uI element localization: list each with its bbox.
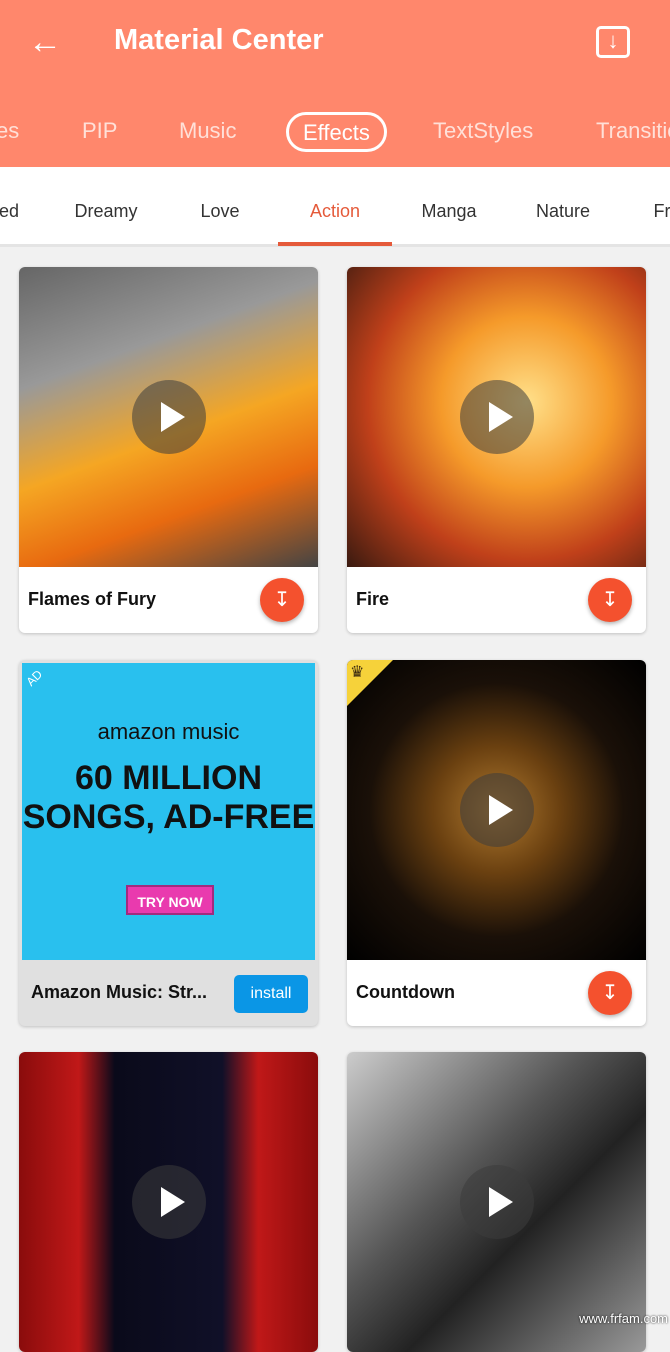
tab-effects[interactable]: Effects: [286, 112, 387, 152]
tab-music[interactable]: Music: [179, 110, 236, 152]
tab-transitions[interactable]: Transitio: [596, 110, 670, 152]
watermark: www.frfam.com: [579, 1311, 668, 1326]
effect-name: Countdown: [356, 982, 455, 1002]
effect-thumbnail[interactable]: [19, 267, 318, 567]
subtab-dreamy[interactable]: Dreamy: [49, 167, 163, 247]
subtab-nature[interactable]: Nature: [506, 167, 620, 247]
effect-card[interactable]: [19, 1052, 318, 1352]
ad-brand: amazon music: [97, 719, 240, 744]
play-icon[interactable]: [132, 1165, 206, 1239]
subcategory-tabs: ured Dreamy Love Action Manga Nature Fra: [0, 167, 670, 247]
app-header: ← Material Center ↓ es PIP Music Effects…: [0, 0, 670, 167]
subtab-frame[interactable]: Fra: [610, 167, 670, 247]
ad-title: Amazon Music: Str...: [31, 982, 208, 1002]
tab-textstyles[interactable]: TextStyles: [433, 110, 533, 152]
subtab-manga[interactable]: Manga: [392, 167, 506, 247]
play-icon[interactable]: [460, 380, 534, 454]
ad-card[interactable]: amazon music 60 MILLION SONGS, AD-FREE T…: [19, 660, 318, 1026]
effect-name: Flames of Fury: [28, 589, 157, 609]
play-icon[interactable]: [460, 773, 534, 847]
effect-thumbnail[interactable]: [19, 1052, 318, 1352]
ad-cta[interactable]: TRY NOW: [126, 885, 214, 915]
crown-icon: ♛: [350, 664, 365, 681]
page-title: Material Center: [114, 24, 324, 56]
ad-image[interactable]: amazon music 60 MILLION SONGS, AD-FREE T…: [22, 663, 315, 960]
effect-card[interactable]: Fire ↧: [347, 267, 646, 633]
subtab-action[interactable]: Action: [278, 167, 392, 246]
effect-thumbnail[interactable]: ♛: [347, 660, 646, 960]
ad-badge: AD: [23, 667, 46, 689]
download-icon[interactable]: ↧: [588, 971, 632, 1015]
tab-pip[interactable]: PIP: [82, 110, 117, 152]
effect-name: Fire: [356, 589, 390, 609]
download-icon[interactable]: ↧: [260, 578, 304, 622]
effect-thumbnail[interactable]: [347, 267, 646, 567]
arrow-left-icon[interactable]: ←: [28, 22, 62, 62]
play-icon[interactable]: [132, 380, 206, 454]
effect-thumbnail[interactable]: [347, 1052, 646, 1352]
category-tabs: es PIP Music Effects TextStyles Transiti…: [0, 110, 670, 154]
subtab-love[interactable]: Love: [163, 167, 277, 247]
install-button[interactable]: install: [234, 975, 308, 1013]
play-icon[interactable]: [460, 1165, 534, 1239]
tab-partial-left[interactable]: es: [0, 110, 19, 152]
ad-headline: 60 MILLION SONGS, AD-FREE: [22, 759, 315, 836]
download-icon[interactable]: ↧: [588, 578, 632, 622]
download-box-icon[interactable]: ↓: [596, 26, 630, 58]
effect-card[interactable]: ♛ Countdown ↧: [347, 660, 646, 1026]
effect-card[interactable]: Flames of Fury ↧: [19, 267, 318, 633]
effect-card[interactable]: [347, 1052, 646, 1352]
